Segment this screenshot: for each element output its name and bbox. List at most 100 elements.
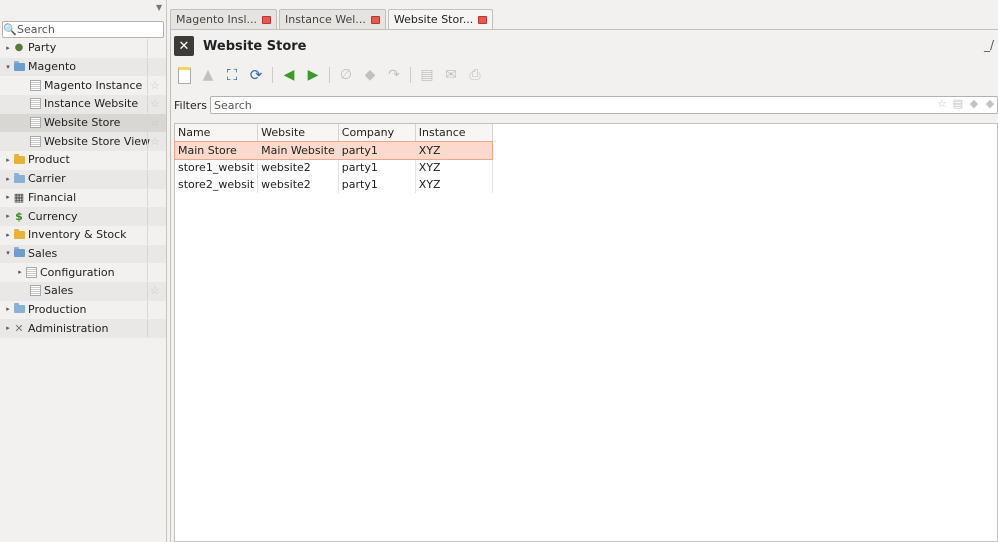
sidebar-item-label: Sales [44,284,74,298]
expand-arrow-icon[interactable]: ▸ [4,231,12,239]
document-icon [28,98,42,110]
filters-icons: ☆ ▤ ◆ ◆ [934,97,998,110]
column-header-company[interactable]: Company [338,124,416,142]
folder-icon [12,172,26,185]
sidebar-item-label: Currency [28,209,78,223]
sidebar-item-label: Website Store View [44,134,151,148]
table-header: Name Website Company Instance [175,124,493,142]
folder-open-icon [12,60,26,73]
tab-instance-website[interactable]: Instance Wel... [279,9,386,29]
expand-arrow-icon[interactable]: ▸ [16,268,24,276]
sidebar: ▼ 🔍 ▸●Party ▾Magento Magento Instance☆ I… [0,0,167,542]
table-row[interactable]: Main Store Main Website party1 XYZ [173,140,494,160]
tab-label: Magento Insl... [176,13,257,26]
switch-view-icon[interactable]: ⛶ [222,65,242,85]
expand-arrow-icon[interactable]: ▸ [4,156,12,164]
sidebar-item-label: Instance Website [44,97,139,111]
sidebar-item-label: Production [28,302,87,316]
sidebar-item-production[interactable]: ▸ Production [0,300,166,320]
form-title-bar: ✕ Website Store _/ [174,35,998,57]
collapse-arrow-icon[interactable]: ▾ [4,249,12,257]
sidebar-item-financial[interactable]: ▸ ▦ Financial [0,188,166,208]
sidebar-item-label: Magento Instance [44,78,143,92]
filters-label: Filters [174,98,207,112]
sidebar-item-product[interactable]: ▸ Product [0,151,166,170]
print-icon[interactable]: ⎙ [465,65,485,85]
column-header-name[interactable]: Name [175,124,259,142]
filters-search-input[interactable] [209,96,998,114]
new-icon[interactable] [174,65,194,85]
column-header-website[interactable]: Website [257,124,339,142]
sidebar-item-sales[interactable]: ▾ Sales [0,244,166,264]
previous-page-icon[interactable]: ◆ [966,97,982,110]
expand-arrow-icon[interactable]: ▸ [4,324,12,332]
expand-arrow-icon[interactable]: ▸ [4,193,12,201]
sidebar-item-label: Financial [28,190,77,204]
table-row[interactable]: store2_websit website2 party1 XYZ [175,176,493,193]
sidebar-item-carrier[interactable]: ▸ Carrier [0,169,166,189]
sidebar-item-administration[interactable]: ▸ ✕ Administration [0,319,166,338]
action-icon[interactable]: ◆ [360,65,380,85]
configuration-icon [24,266,38,278]
email-icon[interactable]: ✉ [441,65,461,85]
document-icon [28,117,42,129]
favorite-star-icon[interactable]: ☆ [150,284,160,297]
favorite-star-icon[interactable]: ☆ [150,135,160,148]
document-icon [28,79,42,91]
sidebar-menu-arrow-icon[interactable]: ▼ [156,3,162,12]
expand-arrow-icon[interactable]: ▸ [4,175,12,183]
sidebar-item-sales-document[interactable]: Sales ☆ [0,281,166,301]
sidebar-item-inventory-stock[interactable]: ▸ Inventory & Stock [0,225,166,245]
sidebar-item-label: Inventory & Stock [28,228,127,242]
bookmark-list-icon[interactable]: ▤ [950,97,966,110]
financial-icon: ▦ [13,190,25,204]
table-row[interactable]: store1_websit website2 party1 XYZ [175,159,493,176]
sidebar-item-configuration[interactable]: ▸ Configuration [0,263,166,282]
favorite-star-icon[interactable]: ☆ [150,116,160,129]
party-icon: ● [14,42,24,54]
reload-icon[interactable]: ⟳ [246,65,266,85]
attachment-icon[interactable]: ∅ [336,65,356,85]
sidebar-item-currency[interactable]: ▸ $ Currency [0,207,166,226]
toolbar: ▲ ⛶ ⟳ ◀ ▶ ∅ ◆ ↷ ▤ ✉ ⎙ [174,63,489,87]
tools-icon[interactable]: ✕ [174,36,194,56]
cell-instance: XYZ [415,141,493,159]
sidebar-item-instance-website[interactable]: Instance Website ☆ [0,95,166,114]
document-icon [28,135,42,147]
sidebar-item-label: Website Store [44,116,121,130]
sidebar-item-magento-instance[interactable]: Magento Instance ☆ [0,76,166,95]
report-icon[interactable]: ▤ [417,65,437,85]
favorite-star-icon[interactable]: ☆ [150,97,160,110]
sidebar-item-label: Sales [28,246,58,260]
next-icon[interactable]: ▶ [303,65,323,85]
sidebar-item-website-store[interactable]: Website Store ☆ [0,113,166,133]
close-tab-icon[interactable] [478,15,488,24]
expand-arrow-icon[interactable]: ▸ [4,212,12,220]
tab-panel: ✕ Website Store _/ ▲ ⛶ ⟳ ◀ ▶ ∅ ◆ ↷ ▤ ✉ ⎙… [170,29,998,542]
relate-icon[interactable]: ↷ [384,65,404,85]
tab-website-store[interactable]: Website Stor... [387,9,494,29]
folder-icon [12,303,26,315]
close-tab-icon[interactable] [370,15,380,24]
next-page-icon[interactable]: ◆ [982,97,998,110]
sidebar-item-label: Magento [28,60,76,74]
column-header-instance[interactable]: Instance [415,124,493,142]
expand-arrow-icon[interactable]: ▸ [4,44,12,52]
tab-bar: Magento Insl... Instance Wel... Website … [170,9,495,29]
folder-open-icon [12,247,26,259]
currency-icon: $ [15,209,23,223]
save-icon[interactable]: ▲ [198,65,218,85]
expand-arrow-icon[interactable]: ▸ [4,305,12,313]
sidebar-item-party[interactable]: ▸ ● Party [0,39,166,58]
sidebar-search[interactable]: 🔍 [2,21,164,38]
sidebar-search-input[interactable] [17,23,157,36]
sidebar-item-label: Party [28,41,57,55]
favorite-star-icon[interactable]: ☆ [150,79,160,92]
collapse-arrow-icon[interactable]: ▾ [4,63,12,71]
previous-icon[interactable]: ◀ [279,65,299,85]
close-tab-icon[interactable] [262,15,271,24]
bookmark-star-icon[interactable]: ☆ [934,97,950,110]
tab-magento-instance[interactable]: Magento Insl... [170,9,277,29]
sidebar-item-website-store-view[interactable]: Website Store View ☆ [0,132,166,152]
sidebar-item-magento[interactable]: ▾ Magento [0,57,166,77]
